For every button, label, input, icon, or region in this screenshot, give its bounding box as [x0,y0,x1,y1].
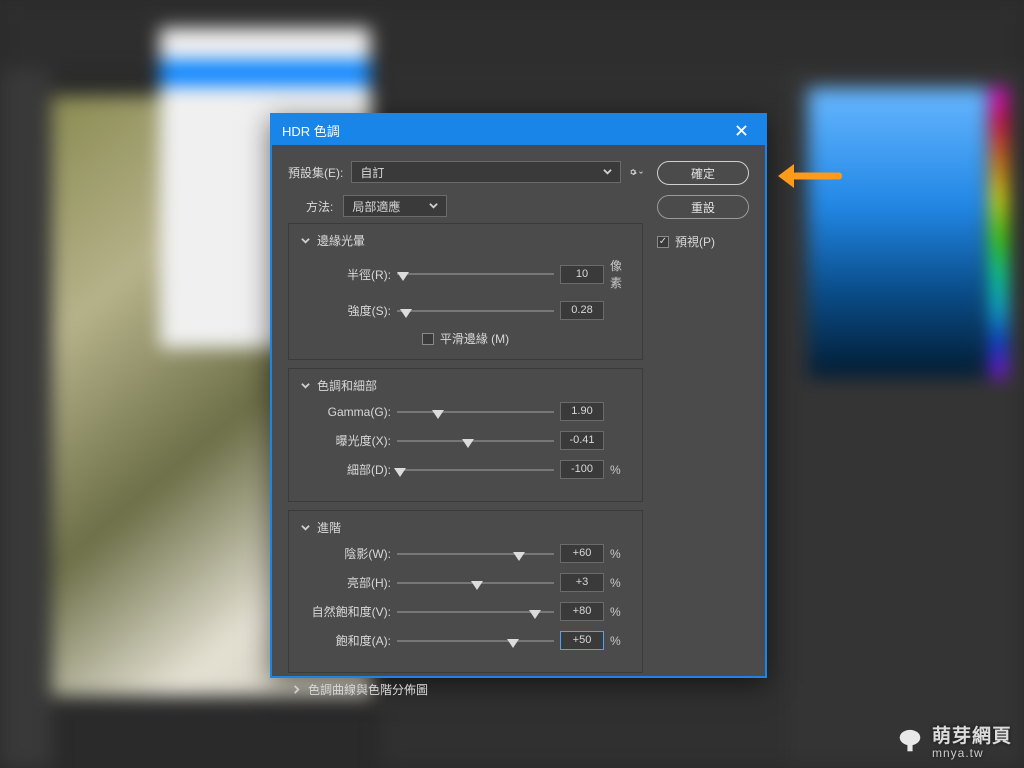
shadow-slider[interactable] [397,547,554,561]
chevron-right-icon [290,684,302,696]
preset-menu-button[interactable] [629,165,643,179]
vibrance-label: 自然飽和度(V): [299,603,391,620]
section-title: 色調曲線與色階分佈圖 [308,681,428,698]
preset-value: 自訂 [360,164,384,181]
radius-input[interactable]: 10 [560,265,604,284]
watermark-line1: 萌芽網頁 [932,721,1012,748]
preview-label: 預視(P) [675,233,715,250]
method-select[interactable]: 局部適應 [343,195,447,217]
section-advanced: 進階 陰影(W): +60 % 亮部(H): +3 % 自然飽和度(V): [288,510,643,673]
highlight-slider[interactable] [397,576,554,590]
radius-slider[interactable] [397,267,554,281]
shadow-label: 陰影(W): [299,545,391,562]
shadow-input[interactable]: +60 [560,544,604,563]
vibrance-input[interactable]: +80 [560,602,604,621]
method-label: 方法: [306,198,333,215]
smooth-edges-checkbox[interactable] [422,333,434,345]
preview-checkbox[interactable] [657,236,669,248]
gamma-input[interactable]: 1.90 [560,402,604,421]
exposure-slider[interactable] [397,434,554,448]
strength-slider[interactable] [397,304,554,318]
method-value: 局部適應 [352,198,400,215]
gamma-slider[interactable] [397,405,554,419]
chevron-down-icon [603,165,612,179]
dialog-titlebar[interactable]: HDR 色調 [272,115,765,145]
highlight-label: 亮部(H): [299,574,391,591]
section-tone-detail: 色調和細部 Gamma(G): 1.90 曝光度(X): -0.41 細部(D)… [288,368,643,502]
watermark-line2: mnya.tw [932,746,1012,760]
radius-label: 半徑(R): [299,266,391,283]
section-toggle-advanced[interactable]: 進階 [299,519,632,536]
vibrance-slider[interactable] [397,605,554,619]
section-title: 邊緣光暈 [317,232,365,249]
ok-button[interactable]: 確定 [657,161,749,185]
gamma-label: Gamma(G): [299,405,391,419]
saturation-unit: % [610,634,632,648]
preset-label: 預設集(E): [288,164,343,181]
exposure-label: 曝光度(X): [299,432,391,449]
preset-select[interactable]: 自訂 [351,161,621,183]
saturation-input[interactable]: +50 [560,631,604,650]
chevron-down-icon [299,380,311,392]
radius-unit: 像素 [610,257,632,291]
detail-unit: % [610,463,632,477]
detail-slider[interactable] [397,463,554,477]
chevron-down-icon [299,235,311,247]
dialog-title: HDR 色調 [282,121,340,140]
smooth-edges-label: 平滑邊緣 (M) [440,330,509,347]
tree-icon [896,729,924,753]
exposure-input[interactable]: -0.41 [560,431,604,450]
strength-label: 強度(S): [299,302,391,319]
vibrance-unit: % [610,605,632,619]
section-toggle-tone-detail[interactable]: 色調和細部 [299,377,632,394]
hdr-toning-dialog: HDR 色調 預設集(E): 自訂 方法: [270,113,767,678]
watermark: 萌芽網頁 mnya.tw [896,721,1012,760]
section-toggle-curve[interactable]: 色調曲線與色階分佈圖 [290,681,643,698]
shadow-unit: % [610,547,632,561]
detail-input[interactable]: -100 [560,460,604,479]
highlight-unit: % [610,576,632,590]
reset-button[interactable]: 重設 [657,195,749,219]
detail-label: 細部(D): [299,461,391,478]
section-edge-glow: 邊緣光暈 半徑(R): 10 像素 強度(S): 0.28 平滑邊緣 (M) [288,223,643,360]
highlight-input[interactable]: +3 [560,573,604,592]
saturation-label: 飽和度(A): [299,632,391,649]
section-title: 色調和細部 [317,377,377,394]
chevron-down-icon [429,199,438,213]
saturation-slider[interactable] [397,634,554,648]
section-toggle-edge-glow[interactable]: 邊緣光暈 [299,232,632,249]
section-title: 進階 [317,519,341,536]
chevron-down-icon [299,522,311,534]
close-icon[interactable] [727,125,755,136]
strength-input[interactable]: 0.28 [560,301,604,320]
